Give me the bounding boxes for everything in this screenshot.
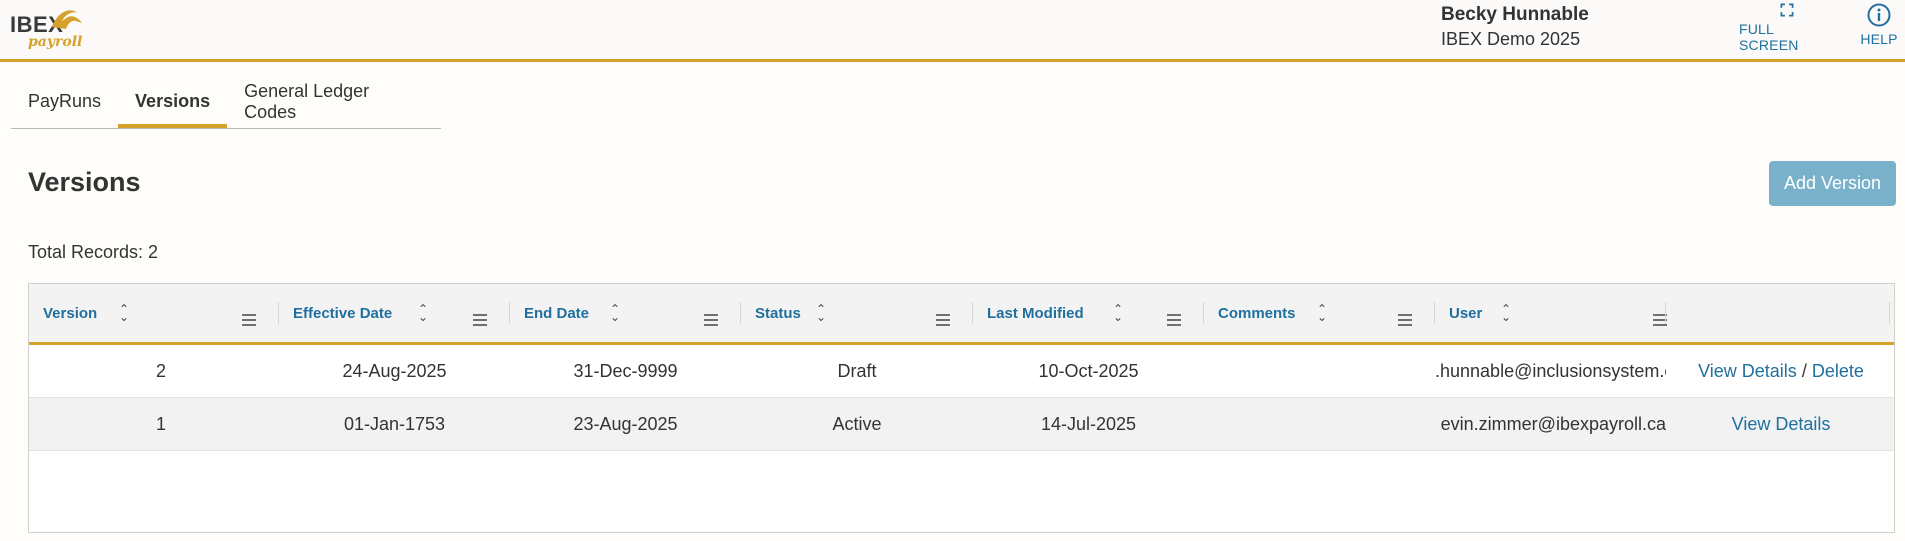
cell-effective-date: 01-Jan-1753: [343, 414, 446, 434]
cell-status: Draft: [837, 361, 877, 381]
delete-link[interactable]: Delete: [1812, 361, 1864, 381]
column-title: Effective Date: [293, 305, 393, 322]
tab-payruns[interactable]: PayRuns: [11, 83, 118, 128]
view-details-link[interactable]: View Details: [1732, 414, 1831, 434]
column-title: End Date: [524, 305, 590, 322]
full-screen-label: FULL SCREEN: [1739, 21, 1799, 53]
column-header-version[interactable]: Version ⌃ ⌄: [29, 284, 279, 342]
ibex-payroll-logo[interactable]: IBEX payroll: [10, 5, 90, 53]
sort-icon[interactable]: ⌃ ⌄: [1501, 303, 1511, 323]
column-title: Version: [43, 305, 98, 322]
total-records: Total Records: 2: [28, 242, 159, 262]
cell-last-modified: 14-Jul-2025: [1040, 414, 1137, 434]
versions-grid: Version ⌃ ⌄ Effective Date ⌃ ⌄ End Date ⌃ ⌄…: [28, 283, 1895, 533]
table-row[interactable]: 1 01-Jan-1753 23-Aug-2025 Active 14-Jul-…: [29, 398, 1894, 451]
column-header-effective-date[interactable]: Effective Date ⌃ ⌄: [279, 284, 510, 342]
user-name: Becky Hunnable: [1441, 4, 1589, 25]
cell-last-modified: 10-Oct-2025: [1038, 361, 1139, 381]
cell-comments: [1204, 345, 1435, 398]
column-title: Comments: [1218, 305, 1296, 322]
cell-comments: [1204, 398, 1435, 451]
top-bar: IBEX payroll Becky Hunnable IBEX Demo 20…: [0, 0, 1905, 62]
cell-status: Active: [832, 414, 882, 434]
column-menu-icon[interactable]: [1398, 314, 1412, 326]
cell-user: evin.zimmer@ibexpayroll.ca: [1440, 414, 1666, 434]
info-icon: [1867, 3, 1891, 27]
sort-icon[interactable]: ⌃ ⌄: [1113, 303, 1123, 323]
column-menu-icon[interactable]: [704, 314, 718, 326]
cell-actions: View Details: [1666, 398, 1894, 451]
column-menu-icon[interactable]: [242, 314, 256, 326]
tab-versions[interactable]: Versions: [118, 83, 228, 128]
column-header-last-modified[interactable]: Last Modified ⌃ ⌄: [973, 284, 1204, 342]
help-label: HELP: [1860, 31, 1898, 47]
column-title: Last Modified: [987, 305, 1084, 322]
table-row[interactable]: 2 24-Aug-2025 31-Dec-9999 Draft 10-Oct-2…: [29, 345, 1894, 398]
column-title: Status: [755, 305, 801, 322]
sort-icon[interactable]: ⌃ ⌄: [816, 303, 826, 323]
column-header-comments[interactable]: Comments ⌃ ⌄: [1204, 284, 1435, 342]
column-header-status[interactable]: Status ⌃ ⌄: [741, 284, 973, 342]
cell-end-date: 23-Aug-2025: [573, 414, 678, 434]
cell-end-date: 31-Dec-9999: [573, 361, 678, 381]
help-button[interactable]: HELP: [1858, 3, 1900, 53]
column-menu-icon[interactable]: [473, 314, 487, 326]
view-details-link[interactable]: View Details: [1698, 361, 1797, 381]
cell-user: .hunnable@inclusionsystem.c: [1435, 361, 1666, 381]
column-menu-icon[interactable]: [936, 314, 950, 326]
logo-subtext: payroll: [28, 34, 83, 50]
column-title: User: [1449, 305, 1483, 322]
section-tabs: PayRuns Versions General Ledger Codes: [11, 81, 441, 129]
column-header-end-date[interactable]: End Date ⌃ ⌄: [510, 284, 741, 342]
sort-icon[interactable]: ⌃ ⌄: [418, 303, 428, 323]
add-version-button[interactable]: Add Version: [1769, 161, 1896, 206]
cell-version: 1: [155, 414, 166, 434]
column-separator[interactable]: [1889, 302, 1890, 324]
sort-icon[interactable]: ⌃ ⌄: [119, 303, 129, 323]
column-header-user[interactable]: User ⌃ ⌄: [1435, 284, 1667, 342]
column-header-actions: [1666, 284, 1894, 342]
cell-actions: View Details / Delete: [1666, 345, 1894, 398]
sort-icon[interactable]: ⌃ ⌄: [1317, 303, 1327, 323]
action-separator: /: [1801, 361, 1807, 381]
grid-header: Version ⌃ ⌄ Effective Date ⌃ ⌄ End Date ⌃ ⌄…: [29, 284, 1894, 345]
cell-version: 2: [155, 361, 166, 381]
fullscreen-icon: [1780, 3, 1794, 17]
column-menu-icon[interactable]: [1167, 314, 1181, 326]
sort-icon[interactable]: ⌃ ⌄: [610, 303, 620, 323]
cell-effective-date: 24-Aug-2025: [342, 361, 447, 381]
page-title: Versions: [28, 167, 141, 197]
tab-general-ledger-codes[interactable]: General Ledger Codes: [227, 81, 441, 128]
full-screen-button[interactable]: FULL SCREEN: [1739, 3, 1835, 53]
ibex-horn-icon: [52, 10, 82, 29]
company-name: IBEX Demo 2025: [1441, 29, 1581, 49]
